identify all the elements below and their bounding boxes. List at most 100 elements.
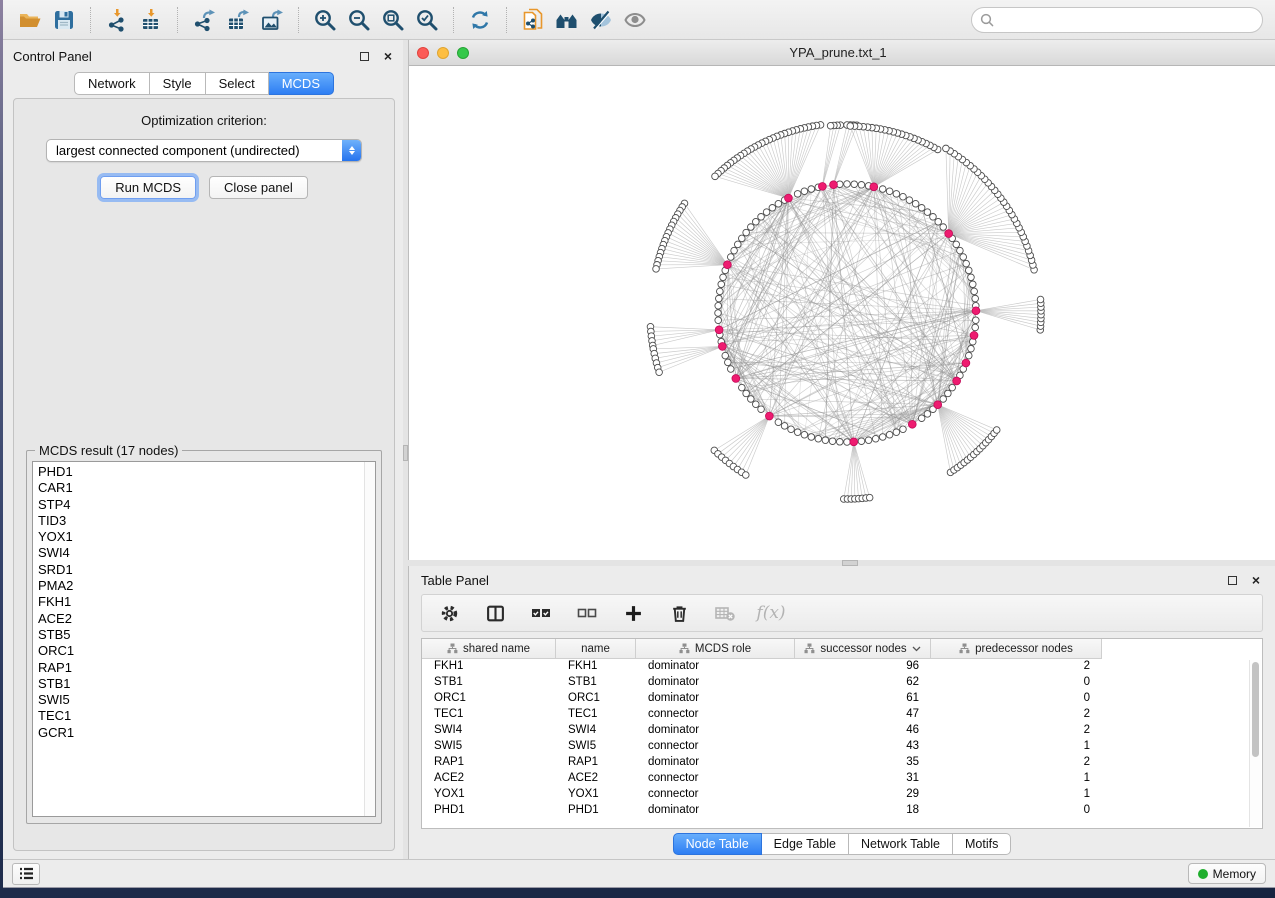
- run-mcds-button[interactable]: Run MCDS: [100, 176, 196, 199]
- find-button[interactable]: [550, 4, 584, 36]
- export-table-button[interactable]: [221, 4, 255, 36]
- table-row[interactable]: TEC1TEC1connector472: [422, 707, 1249, 723]
- new-network-from-selection-button[interactable]: [516, 4, 550, 36]
- toolbar-separator: [298, 7, 299, 33]
- splitter-handle[interactable]: [842, 560, 858, 566]
- table-cell: 1: [931, 787, 1102, 803]
- optimization-criterion-dropdown[interactable]: largest connected component (undirected): [46, 139, 362, 162]
- close-panel-icon[interactable]: ×: [381, 49, 395, 63]
- export-image-button[interactable]: [255, 4, 289, 36]
- zoom-in-button[interactable]: [308, 4, 342, 36]
- show-panels-button[interactable]: [12, 863, 40, 885]
- list-item[interactable]: YOX1: [38, 529, 364, 545]
- zoom-out-button[interactable]: [342, 4, 376, 36]
- network-graph[interactable]: [409, 66, 1275, 559]
- tab-network[interactable]: Network: [74, 72, 150, 95]
- list-item[interactable]: STB5: [38, 627, 364, 643]
- deselect-all-button[interactable]: [576, 601, 598, 625]
- column-header[interactable]: predecessor nodes: [931, 639, 1102, 659]
- plus-icon: [624, 604, 643, 623]
- eye-icon: [623, 8, 647, 32]
- table-row[interactable]: ACE2ACE2connector311: [422, 771, 1249, 787]
- float-panel-icon[interactable]: [357, 49, 371, 63]
- column-header[interactable]: name: [556, 639, 636, 659]
- list-item[interactable]: CAR1: [38, 480, 364, 496]
- zoom-fit-button[interactable]: [376, 4, 410, 36]
- function-builder-button[interactable]: f(x): [760, 601, 782, 625]
- mcds-result-list: PHD1CAR1STP4TID3YOX1SWI4SRD1PMA2FKH1ACE2…: [33, 462, 364, 816]
- list-item[interactable]: PMA2: [38, 578, 364, 594]
- delete-column-button[interactable]: [668, 601, 690, 625]
- list-item[interactable]: FKH1: [38, 594, 364, 610]
- horizontal-splitter[interactable]: [408, 560, 1275, 566]
- scrollbar-thumb[interactable]: [1252, 662, 1259, 757]
- table-options-button[interactable]: [438, 601, 460, 625]
- tab-node-table[interactable]: Node Table: [673, 833, 762, 855]
- vertical-splitter[interactable]: [403, 40, 408, 859]
- apply-layout-button[interactable]: [463, 4, 497, 36]
- splitter-handle[interactable]: [403, 445, 408, 461]
- column-header[interactable]: successor nodes: [795, 639, 931, 659]
- table-row[interactable]: ORC1ORC1dominator610: [422, 691, 1249, 707]
- import-network-button[interactable]: [100, 4, 134, 36]
- save-session-button[interactable]: [47, 4, 81, 36]
- table-row[interactable]: STB1STB1dominator620: [422, 675, 1249, 691]
- list-item[interactable]: TID3: [38, 513, 364, 529]
- list-item[interactable]: RAP1: [38, 660, 364, 676]
- tab-edge-table[interactable]: Edge Table: [762, 833, 849, 855]
- open-file-button[interactable]: [13, 4, 47, 36]
- list-item[interactable]: ORC1: [38, 643, 364, 659]
- zoom-selected-button[interactable]: [410, 4, 444, 36]
- table-row[interactable]: YOX1YOX1connector291: [422, 787, 1249, 803]
- list-item[interactable]: STB1: [38, 676, 364, 692]
- delete-table-button[interactable]: [714, 601, 736, 625]
- table-row[interactable]: SWI4SWI4dominator462: [422, 723, 1249, 739]
- tab-motifs[interactable]: Motifs: [953, 833, 1011, 855]
- tab-style[interactable]: Style: [150, 72, 206, 95]
- table-cell: TEC1: [422, 707, 556, 723]
- toggle-graphics-details-button[interactable]: [584, 4, 618, 36]
- list-scrollbar[interactable]: [364, 462, 375, 816]
- table-cell: ORC1: [422, 691, 556, 707]
- list-item[interactable]: ACE2: [38, 611, 364, 627]
- table-cell: SWI5: [422, 739, 556, 755]
- list-item[interactable]: SWI5: [38, 692, 364, 708]
- table-row[interactable]: FKH1FKH1dominator962: [422, 659, 1249, 675]
- import-table-button[interactable]: [134, 4, 168, 36]
- table-cell: 61: [795, 691, 931, 707]
- split-panel-button[interactable]: [484, 601, 506, 625]
- table-cell: 47: [795, 707, 931, 723]
- close-panel-icon[interactable]: ×: [1249, 573, 1263, 587]
- float-panel-icon[interactable]: [1225, 573, 1239, 587]
- memory-label: Memory: [1213, 867, 1256, 881]
- table-row[interactable]: PHD1PHD1dominator180: [422, 803, 1249, 819]
- list-item[interactable]: PHD1: [38, 464, 364, 480]
- show-hide-button[interactable]: [618, 4, 652, 36]
- export-network-button[interactable]: [187, 4, 221, 36]
- column-header[interactable]: MCDS role: [636, 639, 795, 659]
- list-item[interactable]: GCR1: [38, 725, 364, 741]
- memory-button[interactable]: Memory: [1188, 863, 1266, 884]
- tab-network-table[interactable]: Network Table: [849, 833, 953, 855]
- list-item[interactable]: SWI4: [38, 545, 364, 561]
- table-row[interactable]: RAP1RAP1dominator352: [422, 755, 1249, 771]
- search-input[interactable]: [999, 13, 1254, 27]
- close-panel-button[interactable]: Close panel: [209, 176, 308, 199]
- table-scrollbar[interactable]: [1249, 660, 1261, 827]
- network-canvas[interactable]: [409, 66, 1275, 560]
- table-cell: 43: [795, 739, 931, 755]
- tab-select[interactable]: Select: [206, 72, 269, 95]
- table-header-row: shared namenameMCDS rolesuccessor nodesp…: [422, 639, 1262, 659]
- list-item[interactable]: STP4: [38, 497, 364, 513]
- list-item[interactable]: TEC1: [38, 708, 364, 724]
- column-header[interactable]: shared name: [422, 639, 556, 659]
- table-row[interactable]: SWI5SWI5connector431: [422, 739, 1249, 755]
- tab-mcds[interactable]: MCDS: [269, 72, 334, 95]
- network-document-icon: [521, 8, 545, 32]
- add-column-button[interactable]: [622, 601, 644, 625]
- list-item[interactable]: SRD1: [38, 562, 364, 578]
- table-cell: ACE2: [556, 771, 636, 787]
- unchecked-boxes-icon: [577, 604, 597, 622]
- select-all-button[interactable]: [530, 601, 552, 625]
- table-cell: 46: [795, 723, 931, 739]
